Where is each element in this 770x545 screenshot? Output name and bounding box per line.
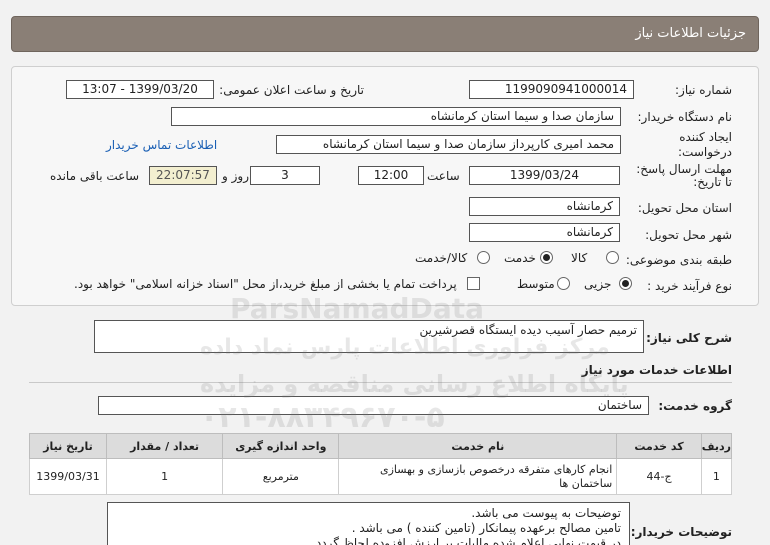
buyer-field[interactable]: سازمان صدا و سیما استان کرمانشاه <box>171 107 621 126</box>
buyer-notes-field[interactable]: توضیحات به پیوست می باشد. تامین مصالح بر… <box>107 502 630 545</box>
col-header-quantity: تعداد / مقدار <box>105 433 224 459</box>
days-label: روز و <box>222 169 249 183</box>
cell-need-date: 1399/03/31 <box>29 458 107 495</box>
category-option-goods-service: کالا/خدمت <box>415 251 468 265</box>
col-header-need-date: تاریخ نیاز <box>29 433 107 459</box>
need-number-field[interactable]: 1199090941000014 <box>469 80 634 99</box>
process-label: نوع فرآیند خرید : <box>647 279 732 293</box>
creator-field[interactable]: محمد امیری کارپرداز سازمان صدا و سیما اس… <box>276 135 621 154</box>
buyer-contact-link[interactable]: اطلاعات تماس خریدار <box>106 138 217 152</box>
province-field[interactable]: کرمانشاه <box>469 197 620 216</box>
creator-label-1: ایجاد کننده <box>679 130 732 144</box>
cell-unit: مترمربع <box>222 458 340 495</box>
buyer-notes-line-3: در قیمت نهایی اعلام شده مالیات بر ارزش ا… <box>308 536 621 545</box>
watermark-portal-name: پایگاه اطلاع رسانی مناقصه و مزایده <box>200 370 629 398</box>
process-radio-medium[interactable] <box>557 277 570 290</box>
remaining-time-field: 22:07:57 <box>149 166 217 185</box>
category-radio-goods-service[interactable] <box>477 251 490 264</box>
deadline-date-field[interactable]: 1399/03/24 <box>469 166 620 185</box>
services-section-title: اطلاعات خدمات مورد نیاز <box>581 363 732 377</box>
process-option-minor: جزیی <box>584 277 612 291</box>
city-field[interactable]: کرمانشاه <box>469 223 620 242</box>
summary-label: شرح کلی نیاز: <box>646 331 732 345</box>
treasury-payment-note: پرداخت تمام یا بخشی از مبلغ خرید،از محل … <box>74 277 457 291</box>
treasury-payment-checkbox[interactable] <box>467 277 480 290</box>
announce-label: تاریخ و ساعت اعلان عمومی: <box>219 83 364 97</box>
days-remaining-field[interactable]: 3 <box>250 166 320 185</box>
cell-service-name: انجام کارهای متفرقه درخصوص بازسازی و بهس… <box>338 458 618 495</box>
process-option-medium: متوسط <box>517 277 555 291</box>
cell-row-number: 1 <box>700 458 733 495</box>
col-header-service-code: کد خدمت <box>616 433 702 459</box>
summary-field[interactable]: ترمیم حصار آسیب دیده ایستگاه قصرشیرین <box>94 320 644 353</box>
page-title: جزئیات اطلاعات نیاز <box>635 26 746 41</box>
remaining-time-label: ساعت باقی مانده <box>50 169 140 183</box>
service-group-label: گروه خدمت: <box>658 399 732 413</box>
category-radio-service[interactable] <box>540 251 553 264</box>
deadline-time-field[interactable]: 12:00 <box>358 166 424 185</box>
col-header-row-number: ردیف <box>700 433 733 459</box>
services-table: ردیف کد خدمت نام خدمت واحد اندازه گیری ت… <box>29 433 733 495</box>
buyer-notes-line-2: تامین مصالح برعهده پیمانکار (تامین کننده… <box>351 521 621 535</box>
province-label: استان محل تحویل: <box>637 201 732 215</box>
city-label: شهر محل تحویل: <box>645 228 732 242</box>
category-option-goods: کالا <box>571 251 588 265</box>
category-radio-goods[interactable] <box>606 251 619 264</box>
category-option-service: خدمت <box>504 251 536 265</box>
table-header-row: ردیف کد خدمت نام خدمت واحد اندازه گیری ت… <box>29 433 733 459</box>
details-card <box>11 66 759 306</box>
table-row[interactable]: 1 ج-44 انجام کارهای متفرقه درخصوص بازساز… <box>29 458 733 495</box>
cell-service-code: ج-44 <box>616 458 702 495</box>
buyer-notes-label: توضیحات خریدار: <box>630 525 732 539</box>
announce-field[interactable]: 1399/03/20 - 13:07 <box>66 80 214 99</box>
col-header-unit: واحد اندازه گیری <box>222 433 340 459</box>
section-divider <box>29 382 732 383</box>
col-header-service-name: نام خدمت <box>338 433 618 459</box>
category-label: طبقه بندی موضوعی: <box>625 253 732 267</box>
deadline-label-2: تا تاریخ: <box>693 175 732 189</box>
service-group-field[interactable]: ساختمان <box>98 396 649 415</box>
deadline-label-1: مهلت ارسال پاسخ: <box>636 162 732 176</box>
buyer-notes-line-1: توضیحات به پیوست می باشد. <box>471 506 621 520</box>
cell-quantity: 1 <box>105 458 224 495</box>
page-header: جزئیات اطلاعات نیاز <box>11 16 759 52</box>
need-number-label: شماره نیاز: <box>675 83 732 97</box>
creator-label-2: درخواست: <box>678 145 732 159</box>
buyer-label: نام دستگاه خریدار: <box>637 110 733 124</box>
deadline-time-label: ساعت <box>427 169 460 183</box>
process-radio-minor[interactable] <box>619 277 632 290</box>
